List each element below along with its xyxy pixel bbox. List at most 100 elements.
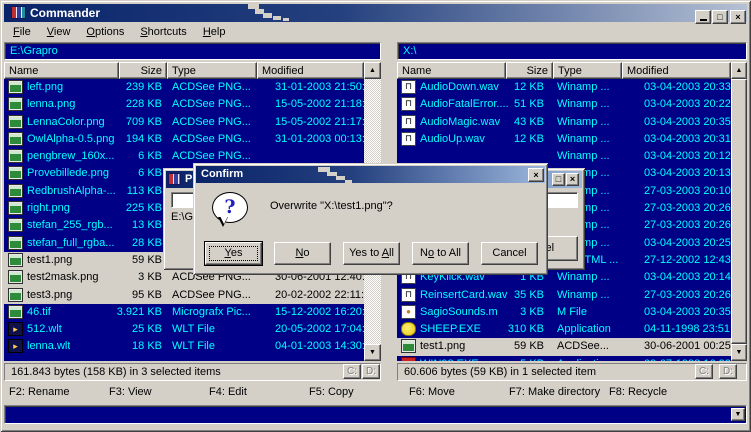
confirm-no-button[interactable]: No: [274, 242, 331, 265]
cell-type: Winamp ...: [557, 288, 610, 301]
fkey-f3[interactable]: F3: View: [109, 382, 152, 403]
fkey-f4[interactable]: F4: Edit: [209, 382, 247, 403]
file-row[interactable]: ● SagioSounds.m 3 KB M File 03-04-2003 20:35…: [397, 304, 731, 321]
file-row[interactable]: test1.png59 KBACDSee...30-06-2001 00:25:…: [397, 338, 731, 356]
cell-size: 28 KB: [132, 236, 162, 249]
confirm-close-button[interactable]: ×: [528, 168, 544, 182]
right-drive-d-button[interactable]: D:: [719, 364, 737, 379]
minimize-button[interactable]: [695, 10, 711, 24]
confirm-yes-to-all-button[interactable]: Yes to All: [343, 242, 400, 265]
command-line-field[interactable]: ▼: [4, 405, 747, 424]
img-file-icon: [8, 287, 23, 302]
cell-mod: 27-03-2003 20:26:48: [644, 219, 731, 232]
img-file-icon: [8, 304, 23, 319]
right-scroll-down-button[interactable]: ▼: [731, 344, 747, 361]
cell-mod: 27-03-2003 20:26:48: [644, 202, 731, 215]
file-row[interactable]: SHEEP.EXE 310 KB Application 04-11-1998 23:…: [397, 321, 731, 338]
progress-maximize-button[interactable]: □: [552, 173, 565, 186]
cell-mod: 03-04-2003 20:13:22: [644, 167, 731, 180]
fkey-f7[interactable]: F7: Make directory: [509, 382, 600, 403]
file-row[interactable]: ⊓ AudioUp.wav 12 KB Winamp ... 03-04-2003 20…: [397, 131, 731, 148]
cell-mod: 03-04-2003 20:25:52: [644, 236, 731, 249]
menu-view[interactable]: View: [39, 23, 79, 40]
fkey-f5[interactable]: F5: Copy: [309, 382, 354, 403]
fkey-f8[interactable]: F8: Recycle: [609, 382, 667, 403]
cell-size: 59 KB: [132, 253, 162, 266]
drag-artifact: [345, 180, 352, 184]
file-row[interactable]: lenna.png 228 KB ACDSee PNG... 15-05-2002 2…: [4, 96, 364, 113]
menu-help[interactable]: Help: [195, 23, 234, 40]
left-drive-c-button[interactable]: C:: [343, 364, 361, 379]
left-column-type[interactable]: Type: [167, 62, 257, 79]
progress-close-button[interactable]: ×: [566, 173, 579, 186]
cell-size: 3 KB: [138, 271, 162, 284]
cell-size: 95 KB: [132, 288, 162, 301]
cell-size: 225 KB: [125, 202, 162, 215]
cell-type: ACDSee PNG...: [172, 132, 251, 145]
right-column-type[interactable]: Type: [553, 62, 622, 79]
right-status-text: 60.606 bytes (59 KB) in 1 selected item: [404, 366, 596, 378]
drag-artifact: [336, 176, 345, 180]
cell-mod: 04-11-1998 23:51:36: [644, 323, 731, 336]
cell-size: 6 KB: [138, 167, 162, 180]
cell-type: ACDSee...: [557, 340, 609, 353]
menu-options[interactable]: Options: [78, 23, 132, 40]
cell-name: 512.wlt: [27, 323, 62, 336]
file-row[interactable]: LennaColor.png 709 KB ACDSee PNG... 15-05-2…: [4, 114, 364, 131]
cell-size: 3.921 KB: [116, 305, 162, 318]
cell-type: ACDSee PNG...: [172, 288, 251, 301]
command-history-dropdown-button[interactable]: ▼: [731, 408, 745, 421]
close-button[interactable]: ×: [730, 10, 746, 24]
img-file-icon: [8, 114, 23, 129]
img-file-icon: [8, 270, 23, 285]
left-column-name[interactable]: Name: [4, 62, 119, 79]
fkey-f6[interactable]: F6: Move: [409, 382, 455, 403]
menu-file[interactable]: File: [5, 23, 39, 40]
file-row[interactable]: ▸ 512.wlt 25 KB WLT File 20-05-2002 17:04:38: [4, 321, 364, 338]
cell-mod: 20-05-2002 17:04:38: [275, 323, 364, 336]
right-scrollbar-thumb[interactable]: [731, 79, 747, 344]
right-column-modified[interactable]: Modified: [622, 62, 731, 79]
file-row[interactable]: ⊓ AudioMagic.wav 43 KB Winamp ... 03-04-2003…: [397, 114, 731, 131]
progress-dialog-title: P: [185, 173, 193, 185]
confirm-no-to-all-button[interactable]: No to All: [412, 242, 469, 265]
left-scroll-down-button[interactable]: ▼: [364, 344, 381, 361]
left-drive-d-button[interactable]: D:: [362, 364, 380, 379]
file-row[interactable]: OwlAlpha-0.5.png 194 KB ACDSee PNG... 31-01…: [4, 131, 364, 148]
cell-size: 43 KB: [514, 115, 544, 128]
file-row[interactable]: test3.png 95 KB ACDSee PNG... 20-02-2002 22…: [4, 286, 364, 304]
maximize-button[interactable]: □: [712, 10, 728, 24]
file-row[interactable]: WIN98.EXE5 KBApplication09-07-1998 16:22…: [397, 356, 731, 361]
menu-shortcuts[interactable]: Shortcuts: [132, 23, 194, 40]
confirm-cancel-button[interactable]: Cancel: [481, 242, 538, 265]
right-drive-c-button[interactable]: C:: [695, 364, 713, 379]
file-row[interactable]: ⊓ AudioFatalError.... 51 KB Winamp ... 03-04…: [397, 96, 731, 113]
left-scroll-up-button[interactable]: ▲: [364, 62, 381, 79]
exe-file-icon: [401, 356, 416, 361]
confirm-message: Overwrite "X:\test1.png"?: [270, 200, 393, 212]
confirm-yes-button[interactable]: Yes: [204, 241, 263, 266]
cell-type: Winamp ...: [557, 81, 610, 93]
cell-mod: 27-03-2003 20:26:48: [644, 288, 731, 301]
function-key-bar: F2: Rename F3: View F4: Edit F5: Copy F6: Mo…: [4, 382, 747, 403]
right-scroll-up-button[interactable]: ▲: [731, 62, 747, 79]
file-row[interactable]: ⊓ AudioDown.wav 12 KB Winamp ... 03-04-2003 …: [397, 79, 731, 96]
right-column-size[interactable]: Size: [506, 62, 553, 79]
fkey-f2[interactable]: F2: Rename: [9, 382, 70, 403]
img-file-icon: [8, 131, 23, 146]
file-row[interactable]: 46.tif 3.921 KB Micrografx Pic... 15-12-200…: [4, 304, 364, 321]
file-row[interactable]: ▸lenna.wlt18 KBWLT File04-01-2003 14:30:…: [4, 338, 364, 355]
cell-mod: 15-12-2002 16:20:42: [275, 305, 364, 318]
file-row[interactable]: left.png 239 KB ACDSee PNG... 31-01-2003 21…: [4, 79, 364, 96]
left-column-size[interactable]: Size: [119, 62, 167, 79]
cell-size: 310 KB: [507, 323, 544, 336]
cell-size: 239 KB: [125, 81, 162, 93]
cell-mod: 15-05-2002 21:17:14: [275, 115, 364, 128]
left-status-bar: 161.843 bytes (158 KB) in 3 selected ite…: [4, 363, 381, 381]
img-file-icon: [8, 80, 23, 94]
file-row[interactable]: ⊓ ReinsertCard.wav 35 KB Winamp ... 27-03-20…: [397, 287, 731, 304]
cell-size: 35 KB: [514, 288, 544, 301]
right-column-name[interactable]: Name: [397, 62, 506, 79]
confirm-dialog-title-bar: Confirm ×: [196, 166, 545, 184]
left-column-modified[interactable]: Modified: [257, 62, 364, 79]
